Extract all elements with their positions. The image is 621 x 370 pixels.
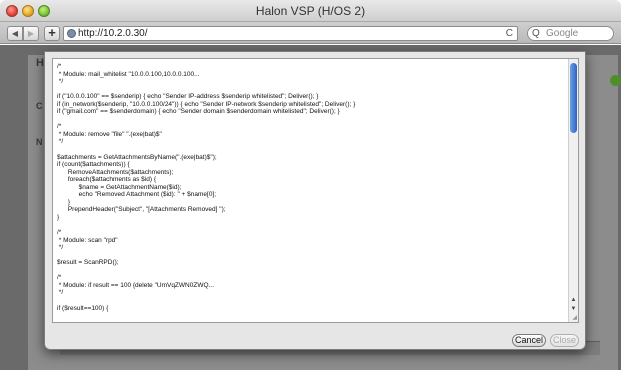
search-placeholder: Google [546,28,579,39]
search-icon: Q [532,28,540,39]
reload-icon[interactable]: C [506,27,513,40]
code-line: $attachments = GetAttachmentsByName(".(e… [57,153,217,161]
page-heading-fragment: H [36,57,44,69]
cancel-button[interactable]: Cancel [512,334,546,347]
forward-button[interactable]: ▶ [23,26,39,41]
code-line: */ [57,138,64,146]
code-line: if (in_network($senderip, "10.0.0.100/24… [57,100,356,108]
code-line: /* [57,63,62,70]
scrollbar-thumb[interactable] [570,63,577,133]
globe-icon [67,29,76,38]
code-line: echo "Removed Attachment ($id): " + $nam… [57,191,217,199]
window-title: Halon VSP (H/OS 2) [255,4,366,18]
script-viewer-dialog: /* * Module: mail_whitelist "10.0.0.100,… [44,51,586,350]
code-line: */ [57,289,64,297]
code-line: if ("10.0.0.100" == $senderip) { echo "S… [57,93,319,101]
code-line: /* [57,229,62,237]
add-bookmark-button[interactable]: + [44,26,60,41]
code-line: RemoveAttachments($attachments); [57,168,174,176]
code-line: foreach($attachments as $id) { [57,176,156,184]
code-line: * Module: scan "rpd" [57,236,118,244]
scroll-up-icon[interactable]: ▲ [569,296,578,305]
code-line: if ($result==100) { [57,304,109,312]
title-bar: Halon VSP (H/OS 2) [0,0,621,22]
code-line: * Module: remove "file" ".(exe|bat)$" [57,130,162,138]
code-line: $name = GetAttachmentName($id); [57,183,182,191]
code-line: PrependHeader("Subject", "[Attachments R… [57,206,226,214]
page-label-fragment: N [36,137,43,147]
close-button[interactable]: Close [550,334,579,347]
search-input[interactable]: Q Google [527,26,614,41]
code-line: if (count($attachments)) { [57,161,130,169]
code-line: } [57,213,60,221]
address-bar[interactable]: http://10.2.0.30/ C [63,26,518,41]
code-line: /* [57,123,62,131]
code-line: * Module: mail_whitelist "10.0.0.100,10.… [57,70,200,78]
resize-grip-icon[interactable]: ◢ [572,314,577,321]
code-line: * Module: if result == 100 {delete "UmVq… [57,281,214,289]
code-line: $result = ScanRPD(); [57,259,119,267]
code-line: */ [57,244,64,252]
code-line: } [57,198,71,206]
vertical-scrollbar[interactable]: ▲ ▼ [568,59,578,322]
scroll-down-icon[interactable]: ▼ [569,305,578,314]
code-line: if ("gmail.com" == $senderdomain) { echo… [57,108,340,116]
code-line: /* [57,274,62,282]
code-line: */ [57,78,64,86]
browser-window: Halon VSP (H/OS 2) ◀ ▶ + http://10.2.0.3… [0,0,621,370]
address-text: http://10.2.0.30/ [78,28,148,39]
script-code: /* * Module: mail_whitelist "10.0.0.100,… [57,63,562,312]
back-button[interactable]: ◀ [7,26,23,41]
status-icon [610,75,621,86]
script-textarea[interactable]: /* * Module: mail_whitelist "10.0.0.100,… [52,58,579,323]
page-label-fragment: C [36,101,43,111]
browser-toolbar: ◀ ▶ + http://10.2.0.30/ C Q Google [0,22,621,44]
